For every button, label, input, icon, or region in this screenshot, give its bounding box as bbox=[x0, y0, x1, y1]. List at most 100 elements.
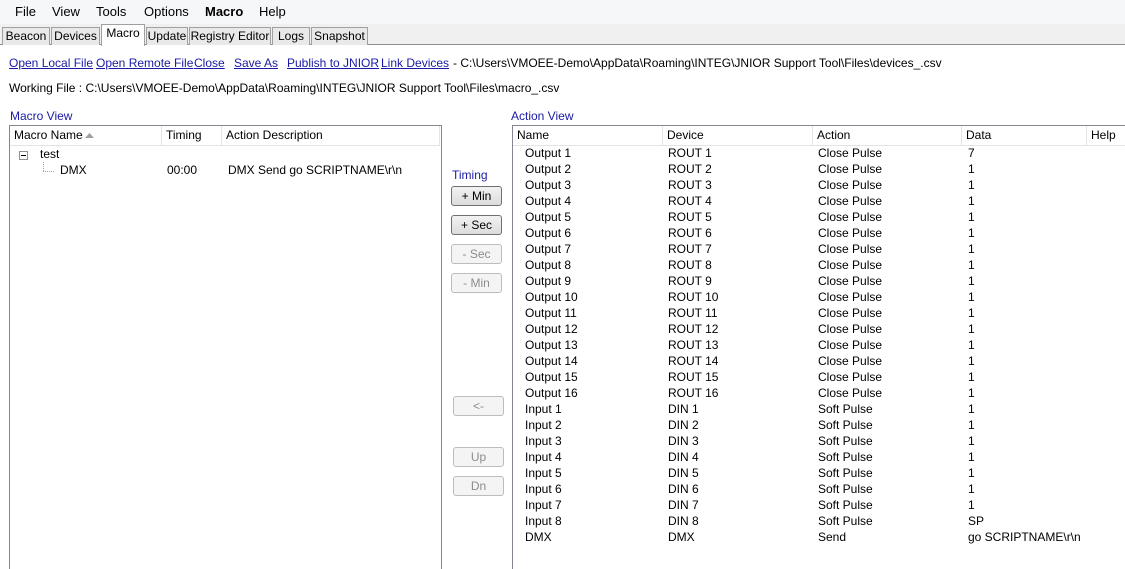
table-row[interactable]: Input 6 DIN 6 Soft Pulse 1 bbox=[513, 482, 1125, 498]
column-header-action-description[interactable]: Action Description bbox=[222, 126, 440, 146]
cell-device: ROUT 5 bbox=[668, 210, 712, 224]
open-local-file-link[interactable]: Open Local File bbox=[9, 56, 93, 70]
tab-macro[interactable]: Macro bbox=[101, 24, 145, 46]
table-row[interactable]: Output 14 ROUT 14 Close Pulse 1 bbox=[513, 354, 1125, 370]
column-label: Macro Name bbox=[14, 128, 83, 142]
table-row[interactable]: Output 5 ROUT 5 Close Pulse 1 bbox=[513, 210, 1125, 226]
cell-device: DIN 1 bbox=[668, 402, 699, 416]
table-row[interactable]: Output 10 ROUT 10 Close Pulse 1 bbox=[513, 290, 1125, 306]
add-minute-button[interactable]: + Min bbox=[451, 186, 502, 206]
add-second-button[interactable]: + Sec bbox=[451, 215, 502, 235]
collapse-toggle-icon[interactable] bbox=[19, 151, 28, 160]
move-up-button[interactable]: Up bbox=[453, 447, 504, 467]
cell-name: Output 5 bbox=[525, 210, 572, 224]
save-as-link[interactable]: Save As bbox=[234, 56, 278, 70]
column-header-timing[interactable]: Timing bbox=[162, 126, 222, 146]
menu-file[interactable]: File bbox=[15, 4, 36, 19]
table-row[interactable]: Input 8 DIN 8 Soft Pulse SP bbox=[513, 514, 1125, 530]
cell-name: Input 1 bbox=[525, 402, 562, 416]
cell-data: 7 bbox=[968, 146, 975, 160]
cell-device: DIN 7 bbox=[668, 498, 699, 512]
table-row[interactable]: DMX DMX Send go SCRIPTNAME\r\n bbox=[513, 530, 1125, 546]
cell-action: Soft Pulse bbox=[818, 514, 873, 528]
table-row[interactable]: Output 11 ROUT 11 Close Pulse 1 bbox=[513, 306, 1125, 322]
tab-registry-editor[interactable]: Registry Editor bbox=[189, 27, 271, 45]
table-row[interactable]: Input 2 DIN 2 Soft Pulse 1 bbox=[513, 418, 1125, 434]
table-row[interactable]: Output 8 ROUT 8 Close Pulse 1 bbox=[513, 258, 1125, 274]
table-row[interactable]: Output 4 ROUT 4 Close Pulse 1 bbox=[513, 194, 1125, 210]
cell-data: 1 bbox=[968, 306, 975, 320]
cell-action: Send bbox=[818, 530, 847, 544]
subtract-minute-button[interactable]: - Min bbox=[451, 273, 502, 293]
table-row[interactable]: Output 7 ROUT 7 Close Pulse 1 bbox=[513, 242, 1125, 258]
tab-devices[interactable]: Devices bbox=[51, 27, 100, 45]
cell-action: Close Pulse bbox=[818, 386, 883, 400]
table-row[interactable]: Output 3 ROUT 3 Close Pulse 1 bbox=[513, 178, 1125, 194]
table-row[interactable]: Input 5 DIN 5 Soft Pulse 1 bbox=[513, 466, 1125, 482]
column-header-action[interactable]: Action bbox=[813, 126, 962, 146]
cell-device: DIN 5 bbox=[668, 466, 699, 480]
column-header-device[interactable]: Device bbox=[663, 126, 813, 146]
tab-snapshot[interactable]: Snapshot bbox=[311, 27, 368, 45]
table-row[interactable]: Output 16 ROUT 16 Close Pulse 1 bbox=[513, 386, 1125, 402]
tab-update[interactable]: Update bbox=[146, 27, 188, 45]
table-row[interactable]: Input 7 DIN 7 Soft Pulse 1 bbox=[513, 498, 1125, 514]
cell-data: 1 bbox=[968, 258, 975, 272]
cell-name: Output 16 bbox=[525, 386, 578, 400]
cell-data: 1 bbox=[968, 210, 975, 224]
action-view-list[interactable]: Name Device Action Data Help Output 1 ROU… bbox=[512, 125, 1125, 569]
cell-data: 1 bbox=[968, 482, 975, 496]
column-header-help[interactable]: Help bbox=[1087, 126, 1125, 146]
menu-options[interactable]: Options bbox=[144, 4, 189, 19]
tree-node-description: DMX Send go SCRIPTNAME\r\n bbox=[228, 163, 403, 177]
table-row[interactable]: Output 2 ROUT 2 Close Pulse 1 bbox=[513, 162, 1125, 178]
add-action-button[interactable]: <- bbox=[453, 396, 504, 416]
cell-device: ROUT 16 bbox=[668, 386, 719, 400]
table-row[interactable]: Output 1 ROUT 1 Close Pulse 7 bbox=[513, 146, 1125, 162]
cell-data: 1 bbox=[968, 354, 975, 368]
tab-beacon[interactable]: Beacon bbox=[2, 27, 50, 45]
column-header-macro-name[interactable]: Macro Name bbox=[10, 126, 162, 146]
cell-device: ROUT 12 bbox=[668, 322, 719, 336]
table-row[interactable]: Input 4 DIN 4 Soft Pulse 1 bbox=[513, 450, 1125, 466]
cell-name: Output 1 bbox=[525, 146, 572, 160]
subtract-second-button[interactable]: - Sec bbox=[451, 244, 502, 264]
close-link[interactable]: Close bbox=[194, 56, 225, 70]
table-row[interactable]: Output 9 ROUT 9 Close Pulse 1 bbox=[513, 274, 1125, 290]
tree-node-dmx[interactable]: DMX bbox=[60, 163, 87, 177]
cell-action: Close Pulse bbox=[818, 146, 883, 160]
publish-to-jnior-link[interactable]: Publish to JNIOR bbox=[287, 56, 379, 70]
move-down-button[interactable]: Dn bbox=[453, 476, 504, 496]
cell-action: Close Pulse bbox=[818, 370, 883, 384]
cell-action: Close Pulse bbox=[818, 274, 883, 288]
table-row[interactable]: Input 3 DIN 3 Soft Pulse 1 bbox=[513, 434, 1125, 450]
table-row[interactable]: Output 6 ROUT 6 Close Pulse 1 bbox=[513, 226, 1125, 242]
link-devices-link[interactable]: Link Devices bbox=[381, 56, 449, 70]
menu-view[interactable]: View bbox=[52, 4, 80, 19]
column-header-name[interactable]: Name bbox=[513, 126, 663, 146]
cell-name: Output 11 bbox=[525, 306, 577, 320]
menu-help[interactable]: Help bbox=[259, 4, 286, 19]
cell-data: 1 bbox=[968, 226, 975, 240]
cell-action: Close Pulse bbox=[818, 306, 883, 320]
tree-node-test[interactable]: test bbox=[40, 147, 59, 161]
cell-action: Close Pulse bbox=[818, 210, 883, 224]
menu-macro[interactable]: Macro bbox=[205, 4, 243, 19]
macro-view-tree[interactable]: Macro Name Timing Action Description tes… bbox=[9, 125, 442, 569]
cell-device: ROUT 8 bbox=[668, 258, 712, 272]
cell-device: DIN 3 bbox=[668, 434, 699, 448]
table-row[interactable]: Output 12 ROUT 12 Close Pulse 1 bbox=[513, 322, 1125, 338]
cell-action: Close Pulse bbox=[818, 258, 883, 272]
table-row[interactable]: Input 1 DIN 1 Soft Pulse 1 bbox=[513, 402, 1125, 418]
column-header-data[interactable]: Data bbox=[962, 126, 1087, 146]
cell-data: 1 bbox=[968, 434, 975, 448]
tab-logs[interactable]: Logs bbox=[272, 27, 310, 45]
tab-strip: Beacon Devices Macro Update Registry Edi… bbox=[0, 24, 1125, 46]
open-remote-file-link[interactable]: Open Remote File bbox=[96, 56, 193, 70]
menu-tools[interactable]: Tools bbox=[96, 4, 126, 19]
cell-name: DMX bbox=[525, 530, 552, 544]
table-row[interactable]: Output 13 ROUT 13 Close Pulse 1 bbox=[513, 338, 1125, 354]
cell-data: 1 bbox=[968, 322, 975, 336]
cell-action: Soft Pulse bbox=[818, 482, 873, 496]
table-row[interactable]: Output 15 ROUT 15 Close Pulse 1 bbox=[513, 370, 1125, 386]
